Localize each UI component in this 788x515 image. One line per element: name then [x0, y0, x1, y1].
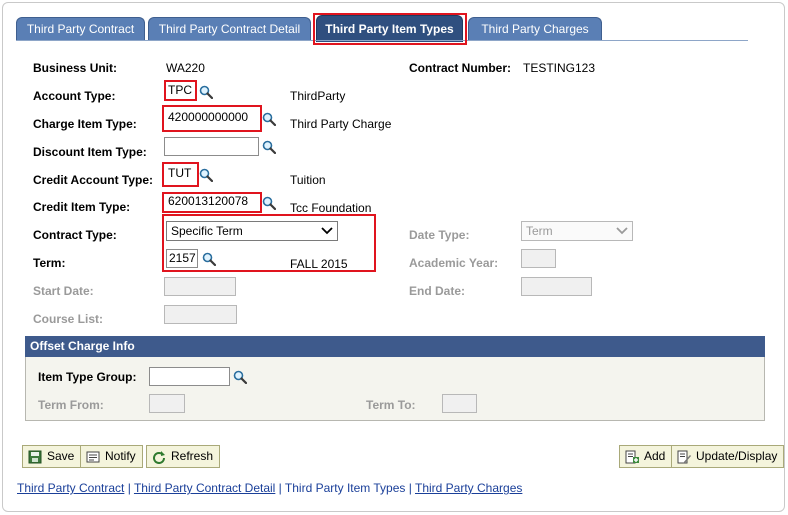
discount-item-type-lookup-icon[interactable]	[262, 140, 276, 154]
charge-item-type-description: Third Party Charge	[290, 117, 392, 131]
start-date-label: Start Date:	[33, 284, 94, 298]
tab-third-party-contract[interactable]: Third Party Contract	[16, 17, 145, 40]
contract-number-value: TESTING123	[523, 61, 596, 75]
credit-item-type-input[interactable]: 620013120078	[166, 193, 258, 212]
credit-item-type-description: Tcc Foundation	[290, 201, 372, 215]
charge-item-type-lookup-icon[interactable]	[262, 112, 276, 126]
save-button[interactable]: Save	[22, 445, 82, 468]
item-type-group-input[interactable]	[149, 367, 230, 386]
link-third-party-item-types-current: Third Party Item Types	[284, 481, 406, 495]
account-type-label: Account Type:	[33, 89, 116, 103]
link-separator: |	[405, 481, 415, 495]
tab-underline	[16, 40, 748, 41]
refresh-button[interactable]: Refresh	[146, 445, 221, 468]
tab-third-party-contract-detail[interactable]: Third Party Contract Detail	[148, 17, 311, 40]
account-type-description: ThirdParty	[290, 89, 346, 103]
term-input[interactable]: 2157	[166, 249, 198, 268]
credit-item-type-label: Credit Item Type:	[33, 200, 131, 214]
term-from-label: Term From:	[38, 398, 104, 412]
update-display-button[interactable]: Update/Display	[671, 445, 785, 468]
contract-type-label: Contract Type:	[33, 228, 117, 242]
credit-account-type-label: Credit Account Type:	[33, 173, 154, 187]
link-third-party-charges[interactable]: Third Party Charges	[415, 481, 522, 495]
item-type-group-label: Item Type Group:	[38, 370, 137, 384]
tab-third-party-item-types[interactable]: Third Party Item Types	[316, 15, 463, 42]
link-separator: |	[275, 481, 285, 495]
offset-charge-panel-title: Offset Charge Info	[25, 336, 765, 357]
term-to-label: Term To:	[366, 398, 416, 412]
add-icon	[625, 450, 639, 464]
credit-account-type-lookup-icon[interactable]	[199, 168, 213, 182]
link-third-party-contract-detail[interactable]: Third Party Contract Detail	[134, 481, 275, 495]
account-type-input[interactable]: TPC	[166, 82, 196, 101]
credit-item-type-lookup-icon[interactable]	[262, 196, 276, 210]
date-type-selected: Term	[526, 224, 553, 238]
update-display-button-label: Update/Display	[696, 449, 778, 463]
discount-item-type-input[interactable]	[164, 137, 259, 156]
refresh-icon	[153, 451, 165, 464]
tab-third-party-charges[interactable]: Third Party Charges	[468, 17, 602, 40]
notify-button-label: Notify	[105, 449, 136, 463]
notify-icon	[86, 451, 100, 463]
page-frame	[2, 2, 785, 512]
notify-button[interactable]: Notify	[80, 445, 143, 468]
update-display-icon	[677, 450, 691, 464]
account-type-lookup-icon[interactable]	[199, 85, 213, 99]
academic-year-input[interactable]	[521, 249, 556, 268]
business-unit-value: WA220	[166, 61, 205, 75]
chevron-down-icon	[616, 226, 628, 236]
term-to-input[interactable]	[442, 394, 477, 413]
date-type-select[interactable]: Term	[521, 221, 633, 241]
link-separator: |	[124, 481, 134, 495]
discount-item-type-label: Discount Item Type:	[33, 145, 147, 159]
academic-year-label: Academic Year:	[409, 256, 499, 270]
credit-account-type-description: Tuition	[290, 173, 326, 187]
date-type-label: Date Type:	[409, 228, 470, 242]
business-unit-label: Business Unit:	[33, 61, 118, 75]
add-button[interactable]: Add	[619, 445, 673, 468]
refresh-button-label: Refresh	[171, 449, 214, 463]
contract-type-selected: Specific Term	[171, 224, 243, 238]
course-list-label: Course List:	[33, 312, 104, 326]
save-icon	[28, 450, 42, 464]
term-lookup-icon[interactable]	[202, 252, 216, 266]
end-date-input[interactable]	[521, 277, 592, 296]
chevron-down-icon	[321, 226, 333, 236]
charge-item-type-label: Charge Item Type:	[33, 117, 137, 131]
charge-item-type-input[interactable]: 420000000000	[166, 109, 258, 128]
term-description: FALL 2015	[290, 257, 348, 271]
credit-account-type-input[interactable]: TUT	[166, 165, 196, 184]
term-from-input[interactable]	[149, 394, 185, 413]
end-date-label: End Date:	[409, 284, 466, 298]
item-type-group-lookup-icon[interactable]	[233, 370, 247, 384]
add-button-label: Add	[644, 449, 666, 463]
course-list-input[interactable]	[164, 305, 237, 324]
contract-type-select[interactable]: Specific Term	[166, 221, 338, 241]
term-label: Term:	[33, 256, 66, 270]
footer-links: Third Party Contract | Third Party Contr…	[17, 481, 522, 495]
contract-number-label: Contract Number:	[409, 61, 512, 75]
link-third-party-contract[interactable]: Third Party Contract	[17, 481, 124, 495]
start-date-input[interactable]	[164, 277, 236, 296]
save-button-label: Save	[47, 449, 75, 463]
